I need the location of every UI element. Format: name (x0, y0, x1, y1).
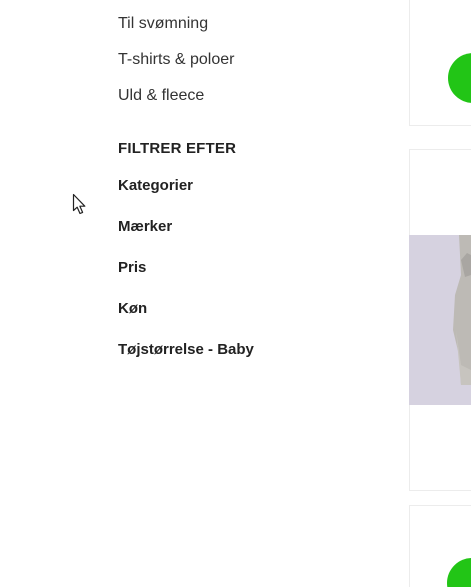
product-image[interactable] (409, 235, 471, 405)
filter-pris[interactable]: Pris (118, 258, 146, 278)
product-grid-column (409, 0, 471, 587)
product-photo-icon (409, 235, 471, 405)
filter-heading: FILTRER EFTER (118, 140, 237, 157)
filter-kon[interactable]: Køn (118, 299, 147, 319)
page: Til svømning T-shirts & poloer Uld & fle… (0, 0, 471, 587)
mouse-pointer-icon (72, 193, 86, 215)
add-to-cart-button[interactable] (448, 53, 471, 103)
category-link-tshirts-poloer[interactable]: T-shirts & poloer (118, 50, 234, 70)
filter-tojstorrelse-baby[interactable]: Tøjstørrelse - Baby (118, 340, 254, 360)
filter-maerker[interactable]: Mærker (118, 217, 172, 237)
product-card[interactable] (409, 0, 471, 126)
filter-kategorier[interactable]: Kategorier (118, 176, 193, 196)
category-link-uld-fleece[interactable]: Uld & fleece (118, 86, 204, 106)
category-link-til-svomning[interactable]: Til svømning (118, 14, 208, 34)
